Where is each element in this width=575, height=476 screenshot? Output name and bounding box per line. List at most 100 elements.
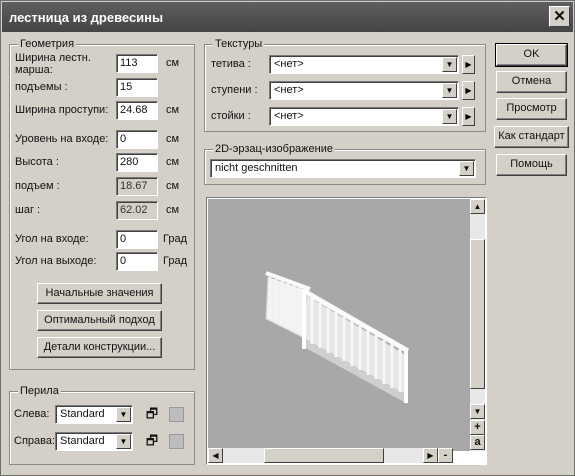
textures-legend: Текстуры <box>213 37 265 51</box>
stair-width-field[interactable]: 113 <box>116 54 158 73</box>
triangle-left-icon: ◀ <box>212 451 219 460</box>
stair-3d-preview[interactable] <box>208 199 471 451</box>
stringer-texture-next-button[interactable]: ▶ <box>462 55 475 74</box>
tread-width-field[interactable]: 24.68 <box>116 101 158 120</box>
chevron-down-icon[interactable]: ▼ <box>442 83 457 98</box>
window-title: лестница из древесины <box>9 10 164 25</box>
height-field[interactable]: 280 <box>116 153 158 172</box>
geometry-group: Геометрия Ширина лестн. марша: 113 см по… <box>9 37 195 370</box>
entry-level-label: Уровень на входе: <box>15 133 109 145</box>
triangle-down-icon: ▼ <box>473 407 482 416</box>
posts-texture-next-button[interactable]: ▶ <box>462 107 475 126</box>
minus-icon: - <box>443 449 448 461</box>
chevron-down-icon[interactable]: ▼ <box>459 161 474 176</box>
horizontal-scrollbar[interactable]: ◀ ▶ - <box>208 448 453 463</box>
railing-left-label: Слева: <box>14 408 50 420</box>
chevron-down-icon[interactable]: ▼ <box>116 407 131 422</box>
step-field: 62.02 <box>116 201 158 220</box>
tread-width-unit: см <box>166 104 180 116</box>
chevron-down-icon[interactable]: ▼ <box>442 109 457 124</box>
scroll-down-button[interactable]: ▼ <box>470 404 485 419</box>
zoom-out-button[interactable]: - <box>438 448 453 463</box>
preview-viewport[interactable]: ▲ ▼ + a ◀ ▶ - <box>206 197 487 465</box>
rise-field: 18.67 <box>116 177 158 196</box>
railing-left-value: Standard <box>60 408 105 420</box>
railing-legend: Перила <box>18 384 61 398</box>
railing-left-select[interactable]: Standard ▼ <box>55 405 133 424</box>
steps-texture-select[interactable]: <нет> ▼ <box>269 81 459 100</box>
preview2d-value: nicht geschnitten <box>215 162 298 174</box>
horizontal-scroll-thumb[interactable] <box>264 448 384 463</box>
steps-texture-next-button[interactable]: ▶ <box>462 81 475 100</box>
entry-angle-unit: Град <box>163 233 187 245</box>
height-label: Высота : <box>15 156 59 168</box>
stair-width-label: Ширина лестн. марша: <box>15 52 91 76</box>
posts-texture-select[interactable]: <нет> ▼ <box>269 107 459 126</box>
stairs-dialog: лестница из древесины ✕ Геометрия Ширина… <box>0 0 575 476</box>
exit-angle-label: Угол на выходе: <box>15 255 97 267</box>
ok-button[interactable]: OK <box>495 43 568 67</box>
posts-texture-value: <нет> <box>274 110 304 122</box>
chevron-down-icon[interactable]: ▼ <box>442 57 457 72</box>
default-values-button[interactable]: Начальные значения <box>37 283 162 304</box>
triangle-right-icon: ▶ <box>465 112 472 121</box>
staircase-model <box>265 271 410 403</box>
posts-texture-label: стойки : <box>211 110 251 122</box>
exit-angle-unit: Град <box>163 255 187 267</box>
textures-group: Текстуры тетива : <нет> ▼ ▶ ступени : <н… <box>204 37 486 132</box>
stringer-texture-value: <нет> <box>274 58 304 70</box>
as-standard-button[interactable]: Как стандарт <box>494 126 569 148</box>
scroll-right-button[interactable]: ▶ <box>423 448 438 463</box>
rise-unit: см <box>166 180 180 192</box>
plus-icon: + <box>474 421 481 433</box>
vertical-scrollbar[interactable]: ▲ ▼ + a <box>470 199 485 451</box>
zoom-in-button[interactable]: + <box>470 420 485 435</box>
preview-button[interactable]: Просмотр <box>496 98 567 120</box>
triangle-right-icon: ▶ <box>465 86 472 95</box>
risers-count-label: подъемы : <box>15 81 68 93</box>
cancel-button[interactable]: Отмена <box>496 71 567 93</box>
stair-width-unit: см <box>166 57 180 69</box>
steps-texture-label: ступени : <box>211 84 258 96</box>
preview2d-legend: 2D-эрзац-изображение <box>213 142 335 156</box>
construction-details-button[interactable]: Детали конструкции... <box>37 337 162 358</box>
step-label: шаг : <box>15 204 41 216</box>
entry-level-field[interactable]: 0 <box>116 130 158 149</box>
railing-right-color-swatch[interactable] <box>169 434 184 449</box>
scroll-up-button[interactable]: ▲ <box>470 199 485 214</box>
exit-angle-field[interactable]: 0 <box>116 252 158 271</box>
vertical-scroll-thumb[interactable] <box>470 239 485 389</box>
railing-left-color-swatch[interactable] <box>169 407 184 422</box>
railing-right-select[interactable]: Standard ▼ <box>55 432 133 451</box>
geometry-legend: Геометрия <box>18 37 77 51</box>
chevron-down-icon[interactable]: ▼ <box>116 434 131 449</box>
properties-icon[interactable]: 🗗 <box>143 432 161 450</box>
entry-level-unit: см <box>166 133 180 145</box>
scroll-left-button[interactable]: ◀ <box>208 448 223 463</box>
preview2d-select[interactable]: nicht geschnitten ▼ <box>210 159 476 178</box>
entry-angle-label: Угол на входе: <box>15 233 89 245</box>
railing-group: Перила Слева: Standard ▼ 🗗 Справа: Stand… <box>9 384 195 465</box>
tread-width-label: Ширина проступи: <box>15 104 109 116</box>
stringer-texture-label: тетива : <box>211 58 251 70</box>
risers-count-field[interactable]: 15 <box>116 78 158 97</box>
help-button[interactable]: Помощь <box>496 154 567 176</box>
close-button[interactable]: ✕ <box>549 6 570 27</box>
rise-label: подъем : <box>15 180 60 192</box>
properties-icon[interactable]: 🗗 <box>143 405 161 423</box>
fit-view-icon: a <box>474 436 481 448</box>
height-unit: см <box>166 156 180 168</box>
stringer-texture-select[interactable]: <нет> ▼ <box>269 55 459 74</box>
close-icon: ✕ <box>553 8 566 25</box>
fit-view-button[interactable]: a <box>470 435 485 450</box>
triangle-up-icon: ▲ <box>473 202 482 211</box>
title-bar[interactable]: лестница из древесины ✕ <box>2 2 573 32</box>
triangle-right-icon: ▶ <box>427 451 434 460</box>
preview2d-group: 2D-эрзац-изображение nicht geschnitten ▼ <box>204 142 486 185</box>
step-unit: см <box>166 204 180 216</box>
entry-angle-field[interactable]: 0 <box>116 230 158 249</box>
triangle-right-icon: ▶ <box>465 60 472 69</box>
optimal-approach-button[interactable]: Оптимальный подход <box>37 310 162 331</box>
railing-right-value: Standard <box>60 435 105 447</box>
railing-right-label: Справа: <box>14 435 56 447</box>
